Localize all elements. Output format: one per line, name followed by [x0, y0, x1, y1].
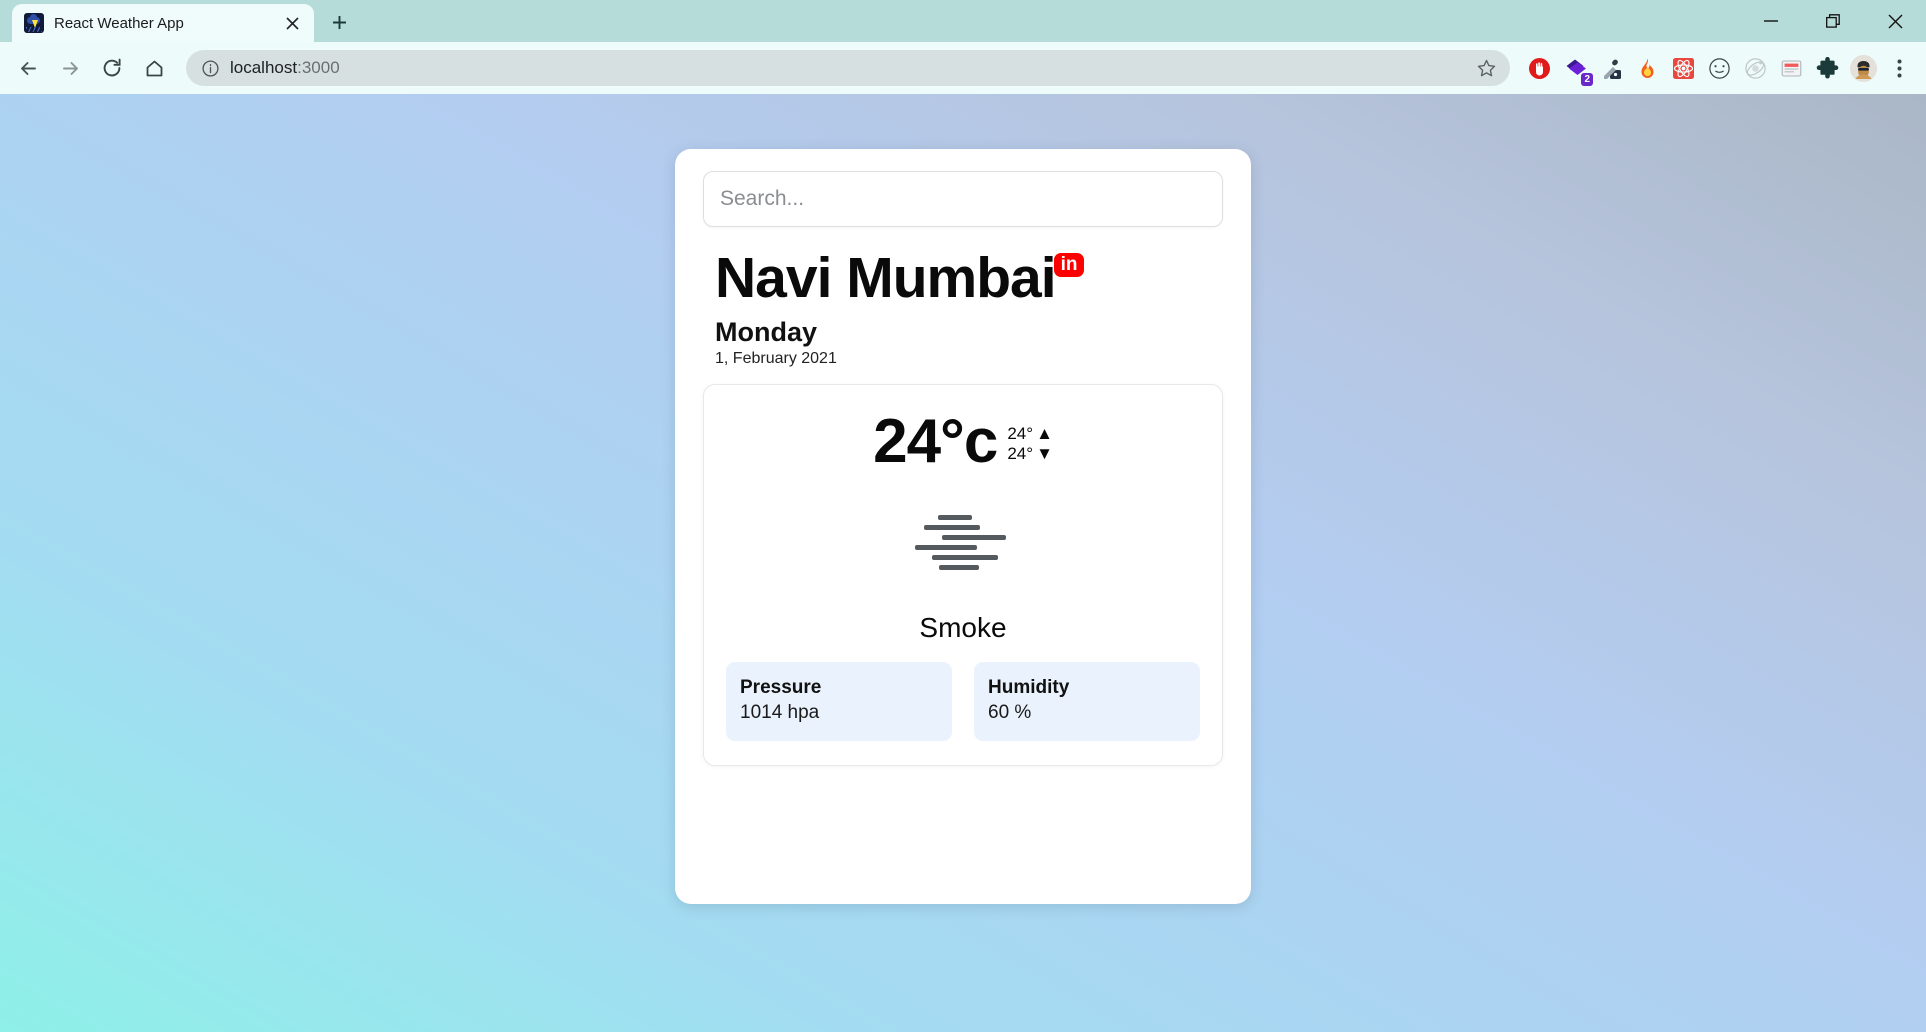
home-button[interactable]	[134, 48, 174, 88]
minimize-icon	[1764, 20, 1778, 22]
address-bar-url: localhost:3000	[230, 58, 340, 78]
react-devtools-icon[interactable]	[1666, 51, 1700, 85]
restore-button[interactable]	[1802, 0, 1864, 42]
close-button[interactable]	[1864, 0, 1926, 42]
arrow-right-icon	[62, 61, 78, 75]
thunderstorm-cloud-icon	[24, 13, 44, 33]
weather-condition: Smoke	[919, 611, 1007, 643]
orbit-icon[interactable]	[1738, 51, 1772, 85]
reload-button[interactable]	[92, 48, 132, 88]
tab-strip: React Weather App	[0, 0, 1926, 42]
arrow-up-icon: ▲	[1036, 423, 1053, 443]
plus-icon	[332, 15, 346, 29]
adblock-icon[interactable]	[1522, 51, 1556, 85]
extensions-row: 2	[1522, 51, 1916, 86]
close-icon[interactable]	[280, 11, 304, 35]
metric-pressure: Pressure 1014 hpa	[726, 661, 952, 742]
eyedropper-icon[interactable]	[1594, 51, 1628, 85]
weather-metrics: Pressure 1014 hpa Humidity 60 %	[726, 661, 1200, 742]
puzzle-piece-icon[interactable]	[1810, 51, 1844, 85]
temperature-low-value: 24°	[1007, 444, 1034, 464]
url-port: :3000	[297, 58, 340, 77]
close-icon	[1888, 14, 1902, 28]
tab-title: React Weather App	[54, 14, 184, 32]
extension-badge-count: 2	[1581, 73, 1593, 86]
reload-icon	[103, 58, 121, 77]
purple-diamond-icon[interactable]: 2	[1558, 51, 1593, 86]
three-dot-menu-icon[interactable]	[1882, 51, 1916, 85]
home-icon	[146, 60, 162, 76]
arrow-left-icon	[20, 61, 36, 75]
temperature-high: 24° ▲	[1007, 424, 1053, 444]
country-code-badge: in	[1053, 253, 1085, 277]
current-temperature: 24°c	[873, 406, 998, 476]
tab-react-weather-app[interactable]: React Weather App	[12, 4, 314, 42]
temperature-high-value: 24°	[1007, 423, 1034, 443]
window-controls	[1740, 0, 1926, 42]
back-button[interactable]	[8, 48, 48, 88]
full-date: 1, February 2021	[715, 349, 837, 367]
temperature-row: 24°c 24° ▲ 24° ▼	[726, 406, 1200, 476]
metric-value: 1014 hpa	[740, 702, 820, 724]
search-input[interactable]	[703, 171, 1223, 227]
minimize-button[interactable]	[1740, 0, 1802, 42]
star-icon[interactable]	[1477, 59, 1496, 78]
city-header: Navi Mumbai in	[715, 246, 1223, 310]
metric-label: Pressure	[740, 676, 822, 698]
browser-toolbar: localhost:3000 2	[0, 42, 1926, 94]
metric-humidity: Humidity 60 %	[974, 661, 1200, 742]
weather-details-card: 24°c 24° ▲ 24° ▼ Smoke Pressure 1014 hpa…	[703, 383, 1223, 767]
avatar-icon[interactable]	[1846, 51, 1880, 85]
weather-app-card: Navi Mumbai in Monday 1, February 2021 2…	[675, 149, 1251, 904]
address-bar[interactable]: localhost:3000	[186, 50, 1510, 86]
fire-emoji-icon[interactable]	[1630, 51, 1664, 85]
arrow-down-icon: ▼	[1036, 444, 1053, 464]
temperature-low: 24° ▼	[1007, 444, 1053, 464]
page-viewport: Navi Mumbai in Monday 1, February 2021 2…	[0, 94, 1926, 1032]
smiley-circle-icon[interactable]	[1702, 51, 1736, 85]
temperature-high-low: 24° ▲ 24° ▼	[1007, 420, 1053, 464]
city-name: Navi Mumbai	[715, 246, 1057, 310]
metric-value: 60 %	[988, 702, 1032, 724]
new-tab-button[interactable]	[322, 5, 356, 39]
info-circle-icon	[202, 59, 219, 77]
forward-button[interactable]	[50, 48, 90, 88]
notes-icon[interactable]	[1774, 51, 1808, 85]
url-host: localhost	[230, 58, 298, 77]
day-of-week: Monday	[715, 316, 818, 347]
metric-label: Humidity	[988, 676, 1070, 698]
restore-icon	[1825, 13, 1840, 28]
browser-window: React Weather App localhost:3000 2 Searc…	[0, 0, 1926, 1032]
smoke-haze-icon	[915, 514, 1011, 570]
